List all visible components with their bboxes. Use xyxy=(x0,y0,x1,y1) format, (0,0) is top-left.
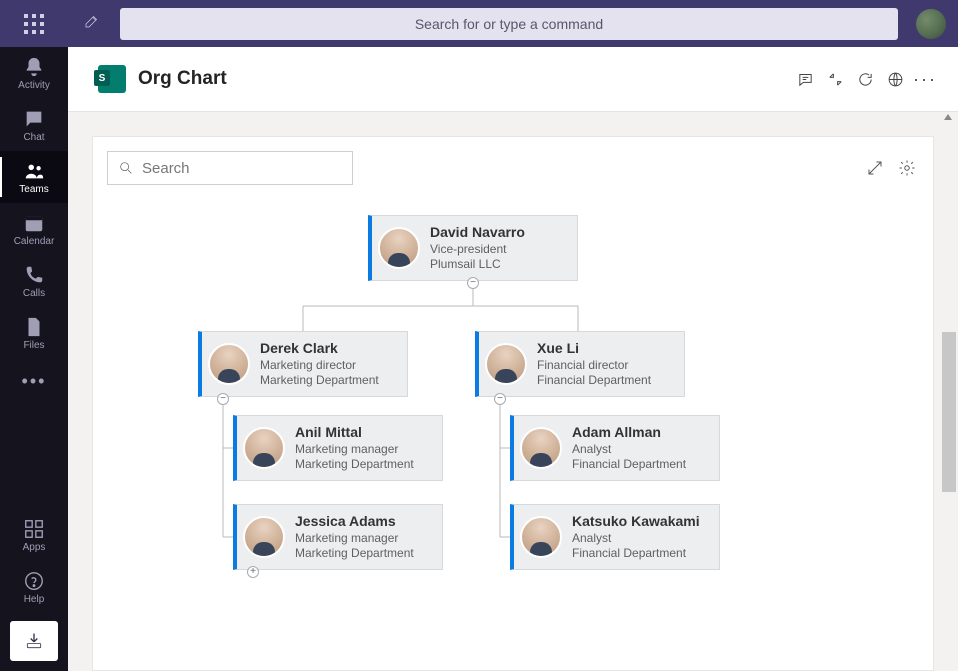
person-role: Financial director xyxy=(537,358,651,373)
avatar xyxy=(208,343,250,385)
rail-chat[interactable]: Chat xyxy=(0,99,68,151)
rail-teams[interactable]: Teams xyxy=(0,151,68,203)
person-name: Xue Li xyxy=(537,340,651,358)
phone-icon xyxy=(0,264,68,286)
person-dept: Financial Department xyxy=(572,546,700,561)
globe-icon[interactable] xyxy=(880,64,910,94)
download-desktop-button[interactable] xyxy=(10,621,58,661)
command-search-input[interactable]: Search for or type a command xyxy=(120,8,898,40)
person-card[interactable]: David Navarro Vice-president Plumsail LL… xyxy=(368,215,578,281)
user-avatar[interactable] xyxy=(916,9,946,39)
person-dept: Marketing Department xyxy=(295,457,414,472)
rail-label: Help xyxy=(0,594,68,605)
file-icon xyxy=(0,316,68,338)
conversation-icon[interactable] xyxy=(790,64,820,94)
tab-header: Org Chart ··· xyxy=(68,47,958,112)
rail-more[interactable]: ••• xyxy=(22,361,47,402)
expand-toggle[interactable]: + xyxy=(247,566,259,578)
person-card[interactable]: Katsuko Kawakami Analyst Financial Depar… xyxy=(510,504,720,570)
avatar xyxy=(243,516,285,558)
orgchart-search-placeholder: Search xyxy=(142,160,190,177)
person-role: Marketing manager xyxy=(295,442,414,457)
person-name: Anil Mittal xyxy=(295,424,414,442)
rail-calls[interactable]: Calls xyxy=(0,255,68,307)
rail-label: Chat xyxy=(0,132,68,143)
person-role: Marketing manager xyxy=(295,531,414,546)
person-name: David Navarro xyxy=(430,224,525,242)
collapse-toggle[interactable]: − xyxy=(217,393,229,405)
person-role: Analyst xyxy=(572,531,700,546)
person-dept: Marketing Department xyxy=(260,373,379,388)
rail-label: Activity xyxy=(0,80,68,91)
command-search-placeholder: Search for or type a command xyxy=(415,16,603,32)
person-dept: Marketing Department xyxy=(295,546,414,561)
person-role: Analyst xyxy=(572,442,686,457)
search-icon xyxy=(118,160,134,176)
rail-label: Teams xyxy=(0,184,68,195)
compose-icon[interactable] xyxy=(83,12,101,35)
gear-icon[interactable] xyxy=(895,156,919,180)
person-role: Vice-president xyxy=(430,242,525,257)
rail-apps[interactable]: Apps xyxy=(0,509,68,561)
person-dept: Plumsail LLC xyxy=(430,257,525,272)
reload-icon[interactable] xyxy=(850,64,880,94)
person-card[interactable]: Anil Mittal Marketing manager Marketing … xyxy=(233,415,443,481)
person-card[interactable]: Jessica Adams Marketing manager Marketin… xyxy=(233,504,443,570)
rail-label: Apps xyxy=(0,542,68,553)
rail-label: Files xyxy=(0,340,68,351)
rail-help[interactable]: Help xyxy=(0,561,68,613)
rail-label: Calls xyxy=(0,288,68,299)
rail-calendar[interactable]: Calendar xyxy=(0,203,68,255)
collapse-toggle[interactable]: − xyxy=(467,277,479,289)
app-top-bar: Search for or type a command xyxy=(0,0,958,47)
calendar-icon xyxy=(0,212,68,234)
app-rail: Activity Chat Teams Calendar Calls Files xyxy=(0,47,68,671)
person-name: Derek Clark xyxy=(260,340,379,358)
scrollbar-thumb[interactable] xyxy=(942,332,956,492)
person-card[interactable]: Xue Li Financial director Financial Depa… xyxy=(475,331,685,397)
collapse-icon[interactable] xyxy=(820,64,850,94)
apps-icon xyxy=(0,518,68,540)
help-icon xyxy=(0,570,68,592)
rail-label: Calendar xyxy=(0,236,68,247)
more-icon[interactable]: ··· xyxy=(910,64,940,94)
tab-title: Org Chart xyxy=(138,68,227,90)
person-name: Jessica Adams xyxy=(295,513,414,531)
person-name: Katsuko Kawakami xyxy=(572,513,700,531)
person-dept: Financial Department xyxy=(572,457,686,472)
avatar xyxy=(520,516,562,558)
avatar xyxy=(485,343,527,385)
rail-files[interactable]: Files xyxy=(0,307,68,359)
rail-activity[interactable]: Activity xyxy=(0,47,68,99)
waffle-icon[interactable] xyxy=(24,14,44,34)
expand-icon[interactable] xyxy=(863,156,887,180)
chat-icon xyxy=(0,108,68,130)
sharepoint-icon xyxy=(98,65,126,93)
collapse-toggle[interactable]: − xyxy=(494,393,506,405)
bell-icon xyxy=(0,56,68,78)
person-card[interactable]: Derek Clark Marketing director Marketing… xyxy=(198,331,408,397)
avatar xyxy=(243,427,285,469)
person-card[interactable]: Adam Allman Analyst Financial Department xyxy=(510,415,720,481)
person-name: Adam Allman xyxy=(572,424,686,442)
scroll-up-icon[interactable] xyxy=(944,114,952,120)
avatar xyxy=(378,227,420,269)
person-dept: Financial Department xyxy=(537,373,651,388)
teams-icon xyxy=(0,160,68,182)
person-role: Marketing director xyxy=(260,358,379,373)
orgchart-search-input[interactable]: Search xyxy=(107,151,353,185)
orgchart-stage: Search xyxy=(92,136,934,671)
avatar xyxy=(520,427,562,469)
